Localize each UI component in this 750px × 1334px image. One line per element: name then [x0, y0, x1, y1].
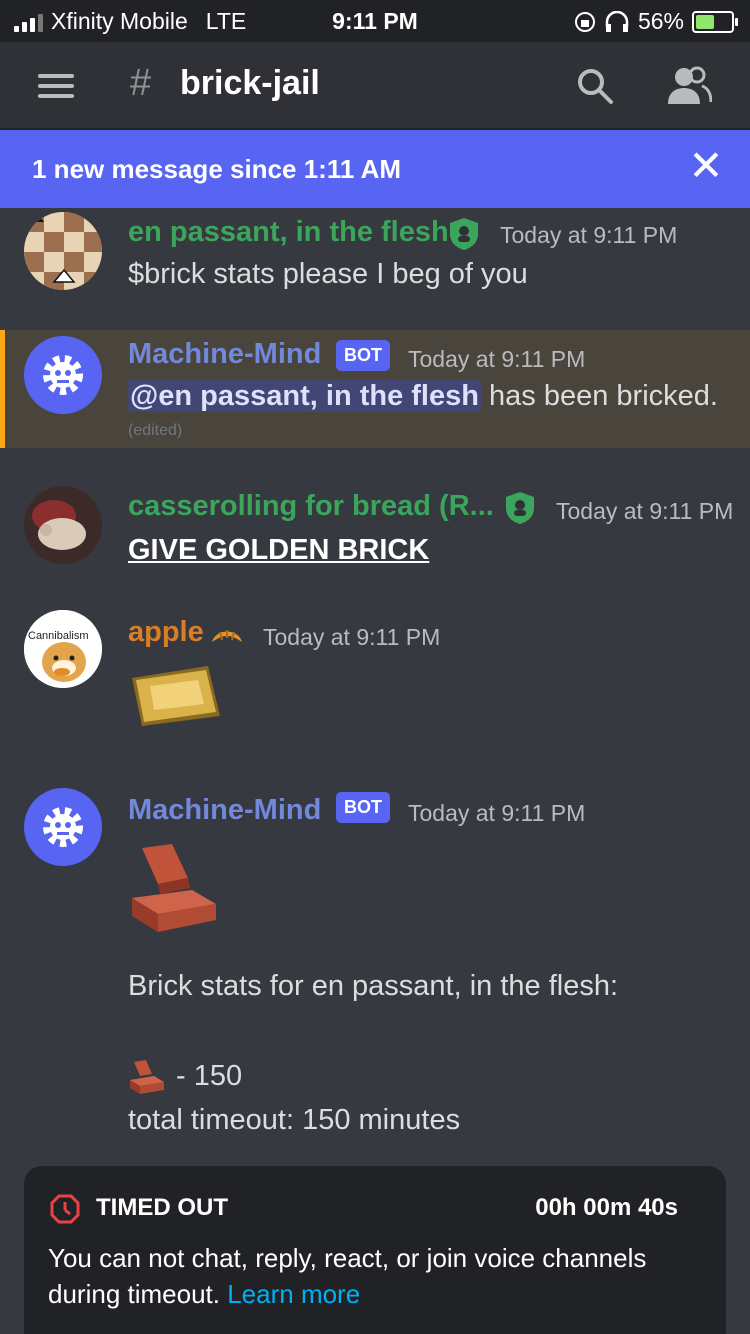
- username[interactable]: casserolling for bread (R...: [128, 490, 494, 523]
- channel-hash-icon: #: [130, 62, 152, 104]
- timestamp: Today at 9:11 PM: [556, 498, 734, 524]
- username[interactable]: Machine-Mind: [128, 794, 321, 827]
- gear-icon: [43, 355, 83, 395]
- golden-brick-emoji[interactable]: [128, 664, 224, 730]
- avatar[interactable]: [24, 212, 102, 290]
- message-body: has been bricked.: [480, 380, 718, 412]
- status-bar: Xfinity Mobile LTE 9:11 PM 56%: [0, 0, 750, 42]
- menu-icon[interactable]: [38, 74, 74, 98]
- new-messages-label: 1 new message since 1:11 AM: [32, 154, 402, 184]
- croissant-icon: [212, 630, 242, 642]
- channel-header: # brick-jail: [0, 42, 750, 130]
- battery-icon: [692, 10, 738, 33]
- close-icon[interactable]: ✕: [686, 145, 726, 187]
- message-highlighted: Machine-Mind BOT Today at 9:11 PM @en pa…: [0, 330, 750, 448]
- username[interactable]: en passant, in the flesh: [128, 216, 449, 249]
- rotation-lock-icon: [574, 11, 595, 32]
- battery-percent: 56%: [637, 8, 684, 34]
- message: en passant, in the flesh Today at 9:11 P…: [0, 208, 750, 326]
- timestamp: Today at 9:11 PM: [500, 222, 678, 248]
- total-timeout: total timeout: 150 minutes: [128, 1104, 461, 1136]
- timeout-title: TIMED OUT: [96, 1194, 228, 1221]
- avatar-caption: Cannibalism: [28, 630, 89, 642]
- username[interactable]: apple: [128, 616, 204, 649]
- stats-heading: Brick stats for en passant, in the flesh…: [128, 970, 619, 1002]
- message: Machine-Mind BOT Today at 9:11 PM Brick …: [0, 786, 750, 1166]
- timestamp: Today at 9:11 PM: [263, 624, 441, 650]
- timeout-body: You can not chat, reply, react, or join …: [48, 1240, 688, 1312]
- headphones-icon: [605, 10, 629, 32]
- edited-label: (edited): [128, 422, 183, 439]
- channel-title: brick-jail: [180, 64, 320, 102]
- timestamp: Today at 9:11 PM: [408, 800, 586, 826]
- user-mention[interactable]: @en passant, in the flesh: [128, 380, 481, 412]
- gear-icon: [43, 807, 83, 847]
- message-text: GIVE GOLDEN BRICK: [128, 534, 430, 566]
- username[interactable]: Machine-Mind: [128, 338, 321, 371]
- new-messages-banner[interactable]: 1 new message since 1:11 AM ✕: [0, 130, 750, 208]
- search-icon[interactable]: [575, 66, 615, 106]
- bot-badge: BOT: [336, 340, 390, 371]
- avatar[interactable]: [24, 336, 102, 414]
- avatar[interactable]: [24, 486, 102, 564]
- brick-count: - 150: [176, 1060, 243, 1092]
- timeout-notice: TIMED OUT 00h 00m 40s You can not chat, …: [24, 1166, 726, 1334]
- message: Cannibalism apple Today at 9:11 PM: [0, 608, 750, 738]
- avatar[interactable]: Cannibalism: [24, 610, 102, 688]
- shield-icon: [506, 492, 534, 524]
- bot-badge: BOT: [336, 792, 390, 823]
- timeout-timer: 00h 00m 40s: [535, 1194, 678, 1221]
- message: casserolling for bread (R... Today at 9:…: [0, 486, 750, 586]
- timestamp: Today at 9:11 PM: [408, 346, 586, 372]
- brick-small-icon: [130, 1060, 164, 1094]
- message-text: @en passant, in the flesh has been brick…: [128, 380, 718, 413]
- avatar[interactable]: [24, 788, 102, 866]
- learn-more-link[interactable]: Learn more: [227, 1279, 360, 1309]
- members-icon[interactable]: [666, 64, 712, 108]
- clock-icon: [50, 1194, 80, 1224]
- message-text: $brick stats please I beg of you: [128, 258, 528, 290]
- shield-icon: [450, 218, 478, 250]
- brick-emoji: [132, 844, 216, 932]
